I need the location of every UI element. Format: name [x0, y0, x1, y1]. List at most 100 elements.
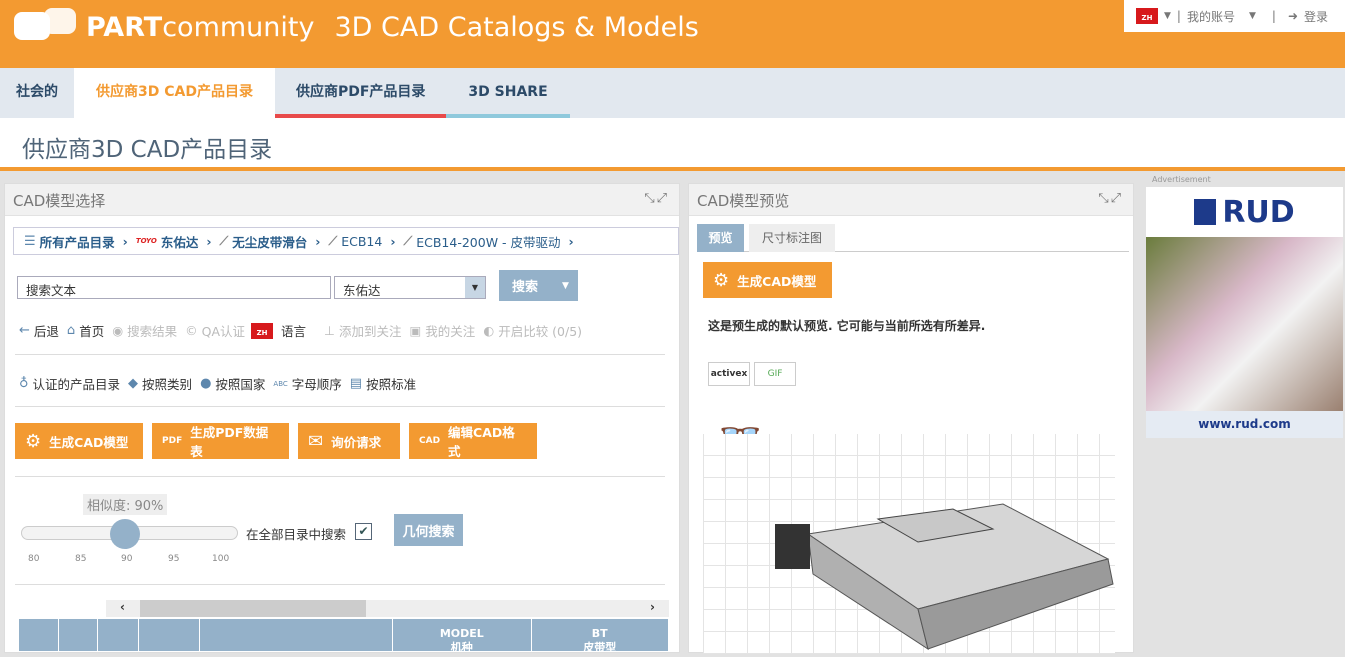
tab-pdf-catalogs[interactable]: 供应商PDF产品目录 — [274, 68, 447, 118]
globe-icon: ● — [200, 376, 212, 391]
search-all-checkbox[interactable]: ✔ — [355, 523, 372, 540]
nav-row: ← 后退 ⌂ 首页 ◉ 搜索结果 © QA认证 ZH 语言 ⊥ 添加到关注 ▣ 我的关注 ◐ 开… — [19, 321, 582, 340]
filter-country[interactable]: 按照国家 — [215, 374, 265, 393]
qa-icon: © — [185, 323, 198, 338]
slider-handle[interactable] — [110, 519, 140, 549]
search-results-link[interactable]: 搜索结果 — [127, 321, 177, 340]
catalog-select-value: 东佑达 — [343, 283, 381, 298]
tab-social[interactable]: 社会的 — [0, 68, 74, 118]
column-header[interactable] — [200, 619, 394, 651]
similarity-slider[interactable] — [21, 519, 238, 549]
home-icon: ⌂ — [66, 323, 76, 338]
button-label: 编辑CAD格式 — [448, 425, 515, 459]
generate-cad-button[interactable]: ⚙ 生成CAD模型 — [703, 262, 832, 298]
certificate-icon: ♁ — [19, 376, 29, 391]
filter-category[interactable]: 按照类别 — [142, 374, 192, 393]
breadcrumb-toyo[interactable]: 东佑达 — [161, 232, 199, 251]
rud-advertisement[interactable]: RUD www.rud.com — [1146, 187, 1343, 438]
similarity-label: 相似度: 90% — [83, 494, 168, 515]
column-header-model[interactable]: MODEL 机种 — [393, 619, 532, 651]
my-watch-link[interactable]: 我的关注 — [425, 321, 475, 340]
standard-doc-icon: ▤ — [349, 376, 363, 391]
edit-cad-format-button[interactable]: CAD 编辑CAD格式 — [409, 423, 537, 459]
horizontal-scrollbar[interactable]: ‹ › — [106, 600, 669, 617]
3d-model-viewer[interactable] — [703, 434, 1115, 654]
search-results-icon: ◉ — [112, 323, 124, 338]
gif-plugin-icon[interactable]: GIF — [754, 362, 796, 386]
breadcrumb-ecb14-200w[interactable]: ECB14-200W - 皮带驱动 — [416, 232, 560, 251]
generate-cad-button[interactable]: ⚙ 生成CAD模型 — [15, 423, 143, 459]
tick-label: 100 — [212, 554, 230, 564]
scroll-left-icon[interactable]: ‹ — [120, 600, 125, 614]
panel-title: CAD模型选择 — [13, 192, 106, 210]
scroll-thumb[interactable] — [140, 600, 366, 617]
panel-title: CAD模型预览 — [697, 192, 790, 210]
breadcrumb-belt-slide[interactable]: 无尘皮带滑台 — [232, 232, 307, 251]
catalogs-stack-icon: ☰ — [24, 233, 36, 249]
tick-label: 95 — [168, 554, 180, 564]
page-title: 供应商3D CAD产品目录 — [22, 137, 273, 163]
tab-3d-share[interactable]: 3D SHARE — [446, 68, 570, 118]
language-flag[interactable]: ZH — [1136, 8, 1158, 24]
catalog-select[interactable]: 东佑达 ▼ — [334, 276, 486, 299]
geometric-search-button[interactable]: 几何搜索 — [394, 514, 463, 546]
pdf-gear-icon: PDF — [162, 436, 183, 446]
chevron-down-icon[interactable]: ▼ — [1164, 11, 1171, 21]
back-link[interactable]: 后退 — [34, 321, 59, 340]
scroll-right-icon[interactable]: › — [650, 600, 655, 614]
tab-preview[interactable]: 预览 — [697, 224, 744, 252]
speech-bubbles-icon — [14, 8, 76, 46]
column-header[interactable] — [98, 619, 140, 651]
tag-icon: ◆ — [128, 376, 139, 391]
collapse-icon[interactable]: ⤡ — [1098, 191, 1110, 206]
language-link[interactable]: 语言 — [281, 321, 306, 340]
activex-plugin-icon[interactable]: activex — [708, 362, 750, 386]
filter-alphabetical[interactable]: 字母顺序 — [292, 374, 342, 393]
breadcrumb-ecb14[interactable]: ECB14 — [341, 234, 382, 249]
home-link[interactable]: 首页 — [79, 321, 104, 340]
add-watch-link[interactable]: 添加到关注 — [339, 321, 402, 340]
tab-dimension-drawing[interactable]: 尺寸标注图 — [749, 224, 835, 252]
main-tabs: 社会的 供应商3D CAD产品目录 供应商PDF产品目录 3D SHARE — [0, 68, 1345, 118]
collapse-icon[interactable]: ⤡ — [644, 191, 656, 206]
brand-bold: PART — [86, 11, 163, 43]
breadcrumb-all-catalogs[interactable]: 所有产品目录 — [40, 232, 115, 251]
filter-certified[interactable]: 认证的产品目录 — [33, 374, 121, 393]
filter-standard[interactable]: 按照标准 — [366, 374, 416, 393]
gear-icon: ⚙ — [25, 430, 42, 452]
tick-label: 85 — [75, 554, 87, 564]
linear-actuator-model — [775, 503, 1114, 651]
ad-url[interactable]: www.rud.com — [1146, 411, 1343, 431]
compare-link[interactable]: 开启比较 (0/5) — [498, 321, 582, 340]
account-bar: ZH ▼ | 我的账号 ▼ | ➜ 登录 — [1124, 0, 1345, 32]
partcommunity-logo[interactable]: PARTcommunity 3D CAD Catalogs & Models — [14, 8, 699, 46]
my-account-link[interactable]: 我的账号 — [1187, 8, 1235, 25]
column-header[interactable] — [139, 619, 200, 651]
chevron-down-icon[interactable]: ▼ — [465, 277, 485, 298]
filter-row: ♁ 认证的产品目录 ◆ 按照类别 ● 按照国家 ABC 字母顺序 ▤ 按照标准 — [19, 374, 416, 393]
chevron-down-icon[interactable]: ▼ — [562, 281, 569, 291]
compare-icon: ◐ — [483, 323, 495, 338]
search-input[interactable]: 搜索文本 — [17, 276, 331, 299]
tab-3d-cad-catalogs[interactable]: 供应商3D CAD产品目录 — [74, 68, 275, 118]
expand-icon[interactable]: ⤢ — [657, 191, 669, 206]
product-thumb-icon: ⟋ — [328, 233, 338, 248]
chevron-down-icon[interactable]: ▼ — [1249, 11, 1256, 21]
column-header[interactable] — [19, 619, 60, 651]
qa-link[interactable]: QA认证 — [202, 321, 245, 340]
expand-icon[interactable]: ⤢ — [1111, 191, 1123, 206]
request-quote-button[interactable]: ✉ 询价请求 — [298, 423, 400, 459]
rud-brand: RUD — [1222, 194, 1295, 230]
pin-icon: ⊥ — [324, 323, 335, 338]
tagline: 3D CAD Catalogs & Models — [334, 11, 699, 43]
search-button[interactable]: 搜索 ▼ — [499, 270, 578, 301]
tick-label: 90 — [121, 554, 133, 564]
brand-rest: community — [162, 11, 315, 43]
column-header[interactable] — [59, 619, 98, 651]
generate-pdf-button[interactable]: PDF 生成PDF数据表 — [152, 423, 289, 459]
login-link[interactable]: 登录 — [1304, 8, 1328, 25]
button-label: 询价请求 — [331, 434, 382, 450]
rud-logo-icon — [1194, 199, 1217, 225]
language-flag[interactable]: ZH — [251, 322, 274, 339]
column-header-bt[interactable]: BT 皮带型 — [532, 619, 669, 651]
